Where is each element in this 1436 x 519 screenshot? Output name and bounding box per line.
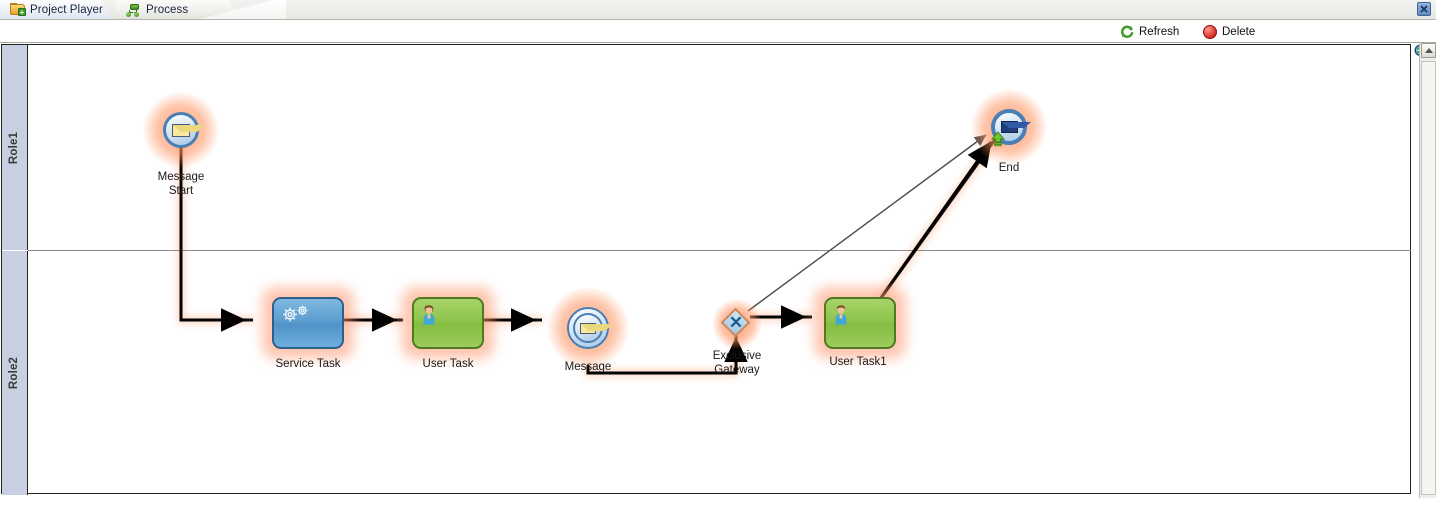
scroll-up-arrow-icon xyxy=(1424,48,1433,53)
message-intermediate-label: Message xyxy=(564,361,612,373)
tab-project-player[interactable]: + Project Player xyxy=(0,0,113,20)
message-start-event-shape[interactable] xyxy=(163,112,205,148)
envelope-icon xyxy=(580,322,613,334)
diagram-toolbar: Refresh Delete xyxy=(0,20,1436,59)
message-start-label-line1: Message xyxy=(157,171,205,183)
refresh-button[interactable]: Refresh xyxy=(1120,23,1179,41)
vertical-scrollbar[interactable] xyxy=(1419,43,1436,498)
node-user-task[interactable]: User Task xyxy=(398,283,498,373)
user-task-label: User Task xyxy=(422,358,474,370)
exclusive-gateway-label-line2: Gateway xyxy=(714,364,760,376)
lane-header-role1[interactable]: Role1 xyxy=(2,45,28,250)
exclusive-gateway-label-line1: Exclusive xyxy=(712,350,762,362)
lane-header-role2[interactable]: Role2 xyxy=(2,251,28,495)
message-intermediate-event-shape[interactable] xyxy=(567,307,613,349)
exclusive-gateway-shape[interactable]: ✕ xyxy=(720,307,751,338)
envelope-icon xyxy=(172,123,205,137)
service-task-shape[interactable] xyxy=(272,297,344,349)
lane-header-role2-label: Role2 xyxy=(8,356,21,390)
user-task1-shape[interactable] xyxy=(824,297,896,349)
lane-header-role1-label: Role1 xyxy=(8,131,21,164)
user-person-icon xyxy=(832,304,850,331)
refresh-icon xyxy=(1120,25,1134,39)
node-service-task[interactable]: Service Task xyxy=(258,283,358,373)
user-task-shape[interactable] xyxy=(412,297,484,349)
delete-circle-icon xyxy=(1203,25,1217,39)
tab-process-label: Process xyxy=(146,4,189,16)
message-start-label-line2: Start xyxy=(168,185,194,197)
gears-icon xyxy=(280,304,310,329)
folder-add-icon: + xyxy=(10,3,26,17)
scrollbar-trough[interactable] xyxy=(1421,61,1436,495)
refresh-button-label: Refresh xyxy=(1139,26,1180,38)
gateway-x-icon: ✕ xyxy=(728,313,744,332)
node-exclusive-gateway[interactable]: ✕ Exclusive Gateway xyxy=(706,291,768,381)
delete-button-label: Delete xyxy=(1222,26,1256,38)
delete-button[interactable]: Delete xyxy=(1203,23,1255,41)
scroll-up-button[interactable] xyxy=(1421,43,1436,58)
user-person-icon xyxy=(420,304,438,331)
tab-strip: + Project Player Process xyxy=(0,0,1436,20)
upload-arrow-badge-icon xyxy=(982,111,1005,147)
service-task-label: Service Task xyxy=(275,358,341,370)
node-user-task1[interactable]: User Task1 xyxy=(808,281,908,373)
bpmn-editor-window: + Project Player Process Refresh Delete … xyxy=(0,0,1436,519)
user-task1-label: User Task1 xyxy=(829,356,887,368)
process-diagram-canvas[interactable]: Role1 Role2 Message Start Service Task U… xyxy=(0,43,1412,519)
tab-project-player-label: Project Player xyxy=(30,3,103,16)
node-end-event[interactable]: End xyxy=(971,89,1047,175)
lane-divider xyxy=(28,250,1411,251)
end-event-label: End xyxy=(998,162,1020,174)
close-icon[interactable] xyxy=(1417,2,1431,16)
node-message-start[interactable]: Message Start xyxy=(143,92,219,197)
process-flow-icon xyxy=(126,3,141,17)
node-message-intermediate[interactable]: Message xyxy=(546,288,630,373)
